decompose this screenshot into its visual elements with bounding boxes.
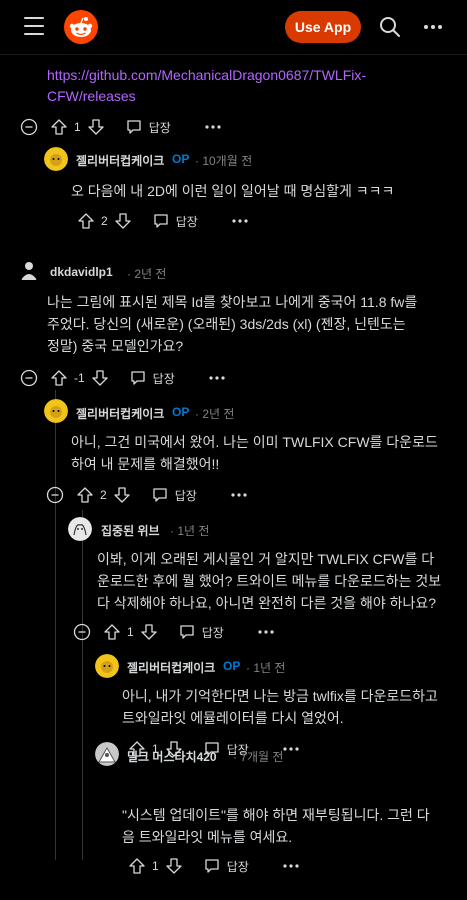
comment-link[interactable]: CFW/releases [47, 85, 136, 107]
comment-age: · 2년 전 [195, 407, 235, 421]
vote-count: -1 [74, 371, 85, 385]
collapse-icon[interactable] [20, 369, 38, 387]
avatar[interactable] [95, 742, 119, 766]
more-icon[interactable] [205, 125, 221, 129]
comment-icon [131, 371, 145, 385]
comment-icon [154, 214, 168, 228]
reply-button[interactable]: 답장 [129, 369, 175, 387]
more-options-icon[interactable] [421, 15, 445, 39]
reply-button[interactable]: 답장 [125, 118, 171, 136]
comment-age: · 10개월 전 [195, 154, 253, 168]
collapse-icon[interactable] [20, 118, 38, 136]
vote-count: 2 [101, 214, 108, 228]
top-bar: Use App [0, 0, 467, 55]
downvote-icon[interactable] [87, 118, 105, 136]
downvote-icon[interactable] [165, 857, 183, 875]
comment-age: · 1년 전 [246, 661, 286, 675]
comment-author[interactable]: 젤리버터컵케이크 [76, 405, 164, 422]
avatar[interactable] [95, 654, 119, 678]
comment-text: 나는 그림에 표시된 제목 Id를 찾아보고 나에게 중국어 11.8 fw를 [47, 294, 418, 310]
downvote-icon[interactable] [140, 623, 158, 641]
downvote-icon[interactable] [114, 212, 132, 230]
more-icon[interactable] [283, 747, 299, 751]
more-icon[interactable] [232, 219, 248, 223]
upvote-icon[interactable] [128, 857, 146, 875]
op-badge: OP [223, 659, 241, 673]
comment-age: · 2년 전 [127, 267, 167, 281]
comment-author[interactable]: 젤리버터컵케이크 [76, 152, 164, 169]
thread-line [55, 390, 56, 860]
avatar[interactable] [44, 147, 68, 171]
comment-actions: 2 답장 [77, 210, 248, 232]
collapse-icon[interactable] [46, 486, 64, 504]
comment-text: 아니, 그건 미국에서 왔어. 나는 이미 TWLFIX CFW를 다운로드 [71, 434, 438, 450]
comment-actions: -1 답장 [20, 367, 225, 389]
search-icon[interactable] [378, 15, 402, 39]
avatar[interactable] [44, 399, 68, 423]
vote-count: 1 [152, 859, 159, 873]
comment-text: 하여 내 문제를 해결했어!! [71, 456, 220, 472]
vote-count: 1 [127, 625, 134, 639]
comment-text: 정말) 중국 모델인가요? [47, 338, 184, 354]
reply-button[interactable]: 답장 [203, 857, 249, 875]
avatar[interactable] [17, 258, 41, 282]
avatar[interactable] [68, 517, 92, 541]
thread-line [82, 510, 83, 860]
comment-text: 음 트와일라잇 메뉴를 여세요. [122, 829, 293, 845]
upvote-icon[interactable] [77, 212, 95, 230]
comment-text: "시스템 업데이트"를 해야 하면 재부팅됩니다. 그런 다 [122, 807, 430, 823]
comment-link[interactable]: https://github.com/MechanicalDragon0687/… [47, 64, 366, 86]
upvote-icon[interactable] [50, 369, 68, 387]
op-badge: OP [172, 152, 190, 166]
reply-button[interactable]: 답장 [152, 212, 198, 230]
upvote-icon[interactable] [103, 623, 121, 641]
collapse-icon[interactable] [73, 623, 91, 641]
comment-author[interactable]: 젤리버터컵케이크 [127, 659, 215, 676]
more-icon[interactable] [231, 493, 247, 497]
comment-actions: 1 답장 [128, 855, 299, 877]
menu-icon[interactable] [24, 17, 44, 35]
comment-age: · 1년 전 [170, 524, 210, 538]
comment-text: 주었다. 당신의 (새로운) (오래된) 3ds/2ds (xl) (젠장, 닌… [47, 316, 406, 332]
op-badge: OP [172, 405, 190, 419]
comment-actions: 1 답장 [20, 116, 221, 138]
comment-text: 다 삭제해야 하나요, 아니면 완전히 다른 것을 해야 하나요? [97, 595, 437, 611]
use-app-button[interactable]: Use App [285, 11, 361, 43]
comment-author[interactable]: 집중된 위브 [101, 522, 160, 539]
upvote-icon[interactable] [50, 118, 68, 136]
comment-icon [153, 488, 167, 502]
vote-count: 2 [100, 488, 107, 502]
more-icon[interactable] [283, 864, 299, 868]
comment-author[interactable]: 밀크 머스타치420 [127, 748, 217, 765]
comment-actions: 1 답장 [73, 621, 274, 643]
comment-text: 아니, 내가 기억한다면 나는 방금 twlfix를 다운로드하고 [122, 688, 438, 704]
reply-button[interactable]: 답장 [151, 486, 197, 504]
more-icon[interactable] [258, 630, 274, 634]
comment-icon [127, 120, 141, 134]
more-icon[interactable] [209, 376, 225, 380]
comment-actions: 2 답장 [46, 484, 247, 506]
comment-text: 오 다음에 내 2D에 이런 일이 일어날 때 명심할게 ㅋㅋㅋ [71, 183, 395, 199]
downvote-icon[interactable] [91, 369, 109, 387]
comment-age: · 7개월 전 [233, 750, 284, 764]
comment-text: 운로드한 후에 뭘 했어? 트와이트 메뉴를 다운로드하는 것보 [97, 573, 442, 589]
comment-icon [205, 859, 219, 873]
reply-button[interactable]: 답장 [178, 623, 224, 641]
comment-author[interactable]: dkdavidlp1 [50, 265, 113, 279]
comment-text: 이봐, 이게 오래된 게시물인 거 알지만 TWLFIX CFW를 다 [97, 551, 435, 567]
vote-count: 1 [74, 120, 81, 134]
comment-icon [180, 625, 194, 639]
comment-text: 트와일라잇 에뮬레이터를 다시 열었어. [122, 710, 344, 726]
upvote-icon[interactable] [76, 486, 94, 504]
downvote-icon[interactable] [113, 486, 131, 504]
reddit-logo-icon[interactable] [64, 10, 98, 44]
